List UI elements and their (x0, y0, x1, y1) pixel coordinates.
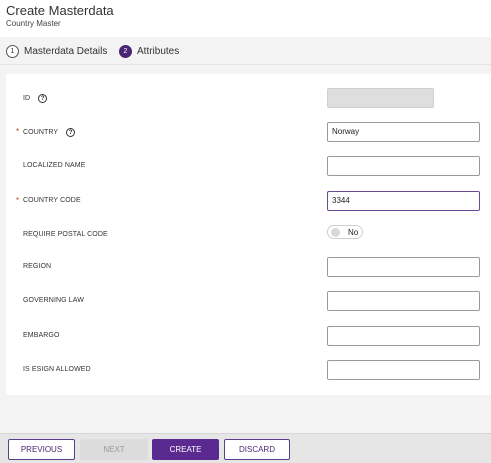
step-masterdata-details[interactable]: 1 Masterdata Details (6, 45, 107, 58)
next-button[interactable]: NEXT (80, 439, 148, 460)
row-governing-law: GOVERNING LAW (6, 291, 491, 313)
question-circle-icon[interactable]: ? (66, 128, 76, 137)
discard-button[interactable]: DISCARD (224, 439, 290, 460)
row-localized-name: LOCALIZED NAME (6, 156, 491, 178)
step-label: Attributes (137, 46, 180, 57)
step-number: 1 (6, 45, 19, 58)
require-postal-code-label: REQUIRE POSTAL CODE (23, 231, 108, 238)
country-code-label: COUNTRY CODE (23, 197, 81, 204)
id-label: ID ? (23, 94, 48, 103)
region-field[interactable] (327, 257, 480, 277)
page-title: Create Masterdata (6, 3, 114, 18)
localized-name-label: LOCALIZED NAME (23, 162, 86, 169)
row-country-code: * COUNTRY CODE 3344 (6, 191, 491, 213)
embargo-label: EMBARGO (23, 332, 60, 339)
row-require-postal-code: REQUIRE POSTAL CODE No (6, 225, 491, 247)
attributes-form: ID ? * COUNTRY ? Norway LOCALIZED NAME *… (6, 74, 491, 395)
toggle-knob (331, 227, 340, 237)
embargo-field[interactable] (327, 326, 480, 346)
governing-law-label: GOVERNING LAW (23, 297, 84, 304)
step-tabs: 1 Masterdata Details 2 Attributes (0, 37, 491, 65)
required-marker: * (16, 196, 20, 205)
governing-law-field[interactable] (327, 291, 480, 311)
required-marker: * (16, 127, 20, 136)
create-button[interactable]: CREATE (152, 439, 219, 460)
require-postal-code-toggle[interactable]: No (327, 225, 363, 239)
is-esign-allowed-field[interactable] (327, 360, 480, 380)
row-is-esign-allowed: IS ESIGN ALLOWED (6, 360, 491, 382)
country-field[interactable]: Norway (327, 122, 480, 142)
country-label-text: COUNTRY (23, 129, 59, 136)
action-bar: PREVIOUS NEXT CREATE DISCARD (0, 433, 491, 463)
row-region: REGION (6, 257, 491, 279)
step-number: 2 (119, 45, 132, 58)
region-label: REGION (23, 263, 52, 270)
country-code-field[interactable]: 3344 (327, 191, 480, 211)
toggle-label: No (348, 227, 359, 237)
page-subtitle: Country Master (6, 19, 61, 28)
id-label-text: ID (23, 95, 31, 102)
country-label: COUNTRY ? (23, 128, 76, 137)
previous-button[interactable]: PREVIOUS (8, 439, 75, 460)
row-id: ID ? (6, 88, 491, 110)
id-field (327, 88, 434, 108)
is-esign-allowed-label: IS ESIGN ALLOWED (23, 366, 91, 373)
step-attributes[interactable]: 2 Attributes (119, 45, 179, 58)
row-embargo: EMBARGO (6, 326, 491, 348)
localized-name-field[interactable] (327, 156, 480, 176)
question-circle-icon[interactable]: ? (38, 94, 48, 103)
step-label: Masterdata Details (24, 46, 108, 57)
page-header: Create Masterdata Country Master (0, 0, 491, 37)
row-country: * COUNTRY ? Norway (6, 122, 491, 144)
